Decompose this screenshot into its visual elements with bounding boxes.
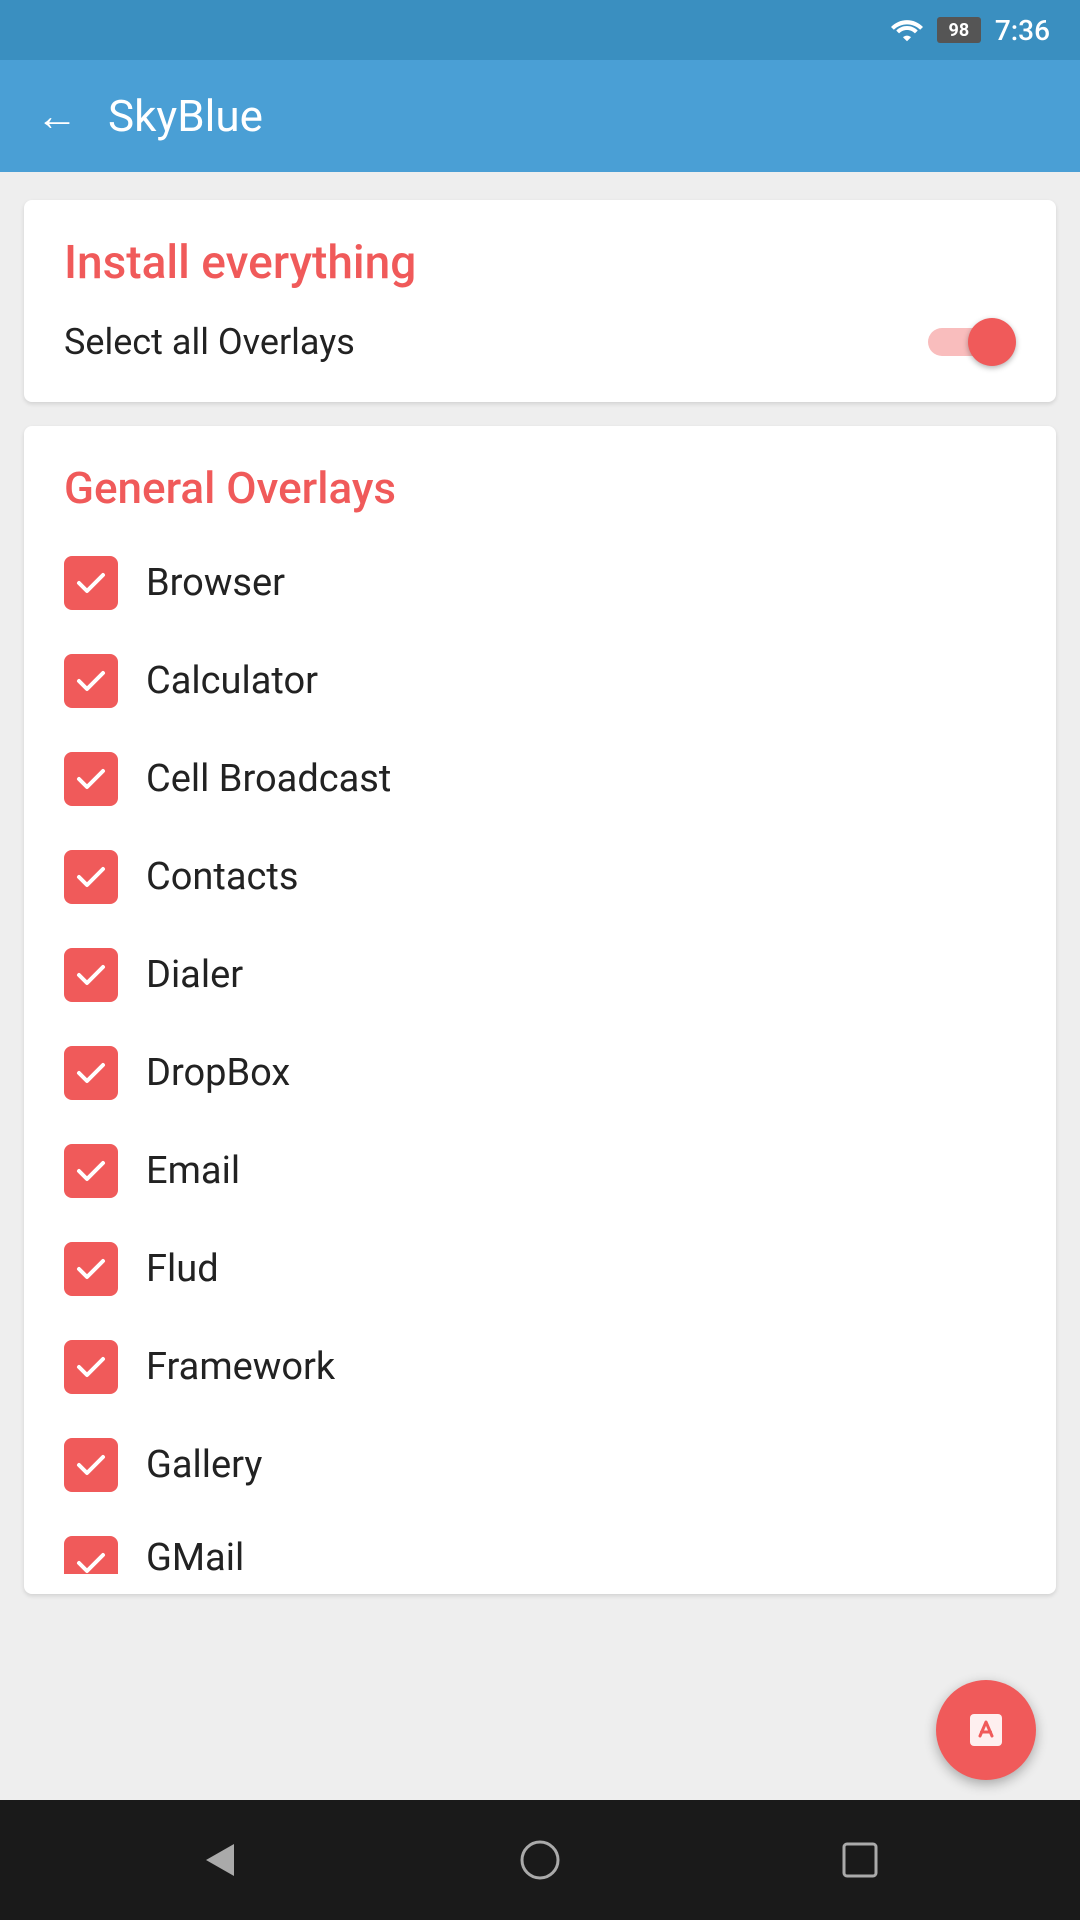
dialer-label: Dialer — [146, 953, 243, 997]
bottom-nav — [0, 1800, 1080, 1920]
cell-broadcast-label: Cell Broadcast — [146, 757, 391, 801]
browser-checkbox[interactable] — [64, 556, 118, 610]
list-item[interactable]: Calculator — [24, 632, 1056, 730]
list-item[interactable]: Gallery — [24, 1416, 1056, 1514]
app-bar: ← SkyBlue — [0, 60, 1080, 172]
back-nav-button[interactable] — [180, 1820, 260, 1900]
general-overlays-card: General Overlays Browser Calculator Cell… — [24, 426, 1056, 1594]
select-all-overlays-label: Select all Overlays — [64, 321, 355, 363]
select-all-toggle[interactable] — [928, 318, 1016, 366]
gallery-checkbox[interactable] — [64, 1438, 118, 1492]
battery-indicator: 98 — [937, 17, 981, 43]
recents-nav-icon — [834, 1834, 886, 1886]
list-item[interactable]: GMail — [24, 1514, 1056, 1574]
back-button[interactable]: ← — [36, 92, 78, 141]
app-title: SkyBlue — [108, 90, 263, 142]
gmail-checkbox[interactable] — [64, 1536, 118, 1574]
gallery-label: Gallery — [146, 1443, 262, 1487]
dialer-checkbox[interactable] — [64, 948, 118, 1002]
calculator-checkbox[interactable] — [64, 654, 118, 708]
gmail-label: GMail — [146, 1536, 244, 1574]
toggle-row: Select all Overlays — [64, 318, 1016, 366]
list-item[interactable]: Dialer — [24, 926, 1056, 1024]
fab-button[interactable] — [936, 1680, 1036, 1780]
install-everything-title: Install everything — [64, 236, 1016, 290]
back-nav-icon — [194, 1834, 246, 1886]
edit-icon — [960, 1704, 1012, 1756]
contacts-label: Contacts — [146, 855, 298, 899]
email-checkbox[interactable] — [64, 1144, 118, 1198]
list-item[interactable]: Framework — [24, 1318, 1056, 1416]
email-label: Email — [146, 1149, 240, 1193]
home-nav-button[interactable] — [500, 1820, 580, 1900]
list-item[interactable]: Email — [24, 1122, 1056, 1220]
status-bar: 98 7:36 — [0, 0, 1080, 60]
recents-nav-button[interactable] — [820, 1820, 900, 1900]
flud-label: Flud — [146, 1247, 219, 1291]
dropbox-label: DropBox — [146, 1051, 290, 1095]
calculator-label: Calculator — [146, 659, 318, 703]
toggle-thumb — [968, 318, 1016, 366]
section-title: General Overlays — [24, 462, 1056, 514]
install-everything-card: Install everything Select all Overlays — [24, 200, 1056, 402]
list-item[interactable]: Flud — [24, 1220, 1056, 1318]
cell-broadcast-checkbox[interactable] — [64, 752, 118, 806]
status-icons: 98 7:36 — [891, 14, 1050, 47]
list-item[interactable]: Contacts — [24, 828, 1056, 926]
list-item[interactable]: DropBox — [24, 1024, 1056, 1122]
wifi-icon — [891, 18, 923, 42]
dropbox-checkbox[interactable] — [64, 1046, 118, 1100]
framework-checkbox[interactable] — [64, 1340, 118, 1394]
framework-label: Framework — [146, 1345, 335, 1389]
home-nav-icon — [514, 1834, 566, 1886]
browser-label: Browser — [146, 561, 285, 605]
flud-checkbox[interactable] — [64, 1242, 118, 1296]
main-content: Install everything Select all Overlays G… — [0, 172, 1080, 1800]
list-item[interactable]: Browser — [24, 534, 1056, 632]
list-item[interactable]: Cell Broadcast — [24, 730, 1056, 828]
contacts-checkbox[interactable] — [64, 850, 118, 904]
time-display: 7:36 — [995, 14, 1050, 47]
